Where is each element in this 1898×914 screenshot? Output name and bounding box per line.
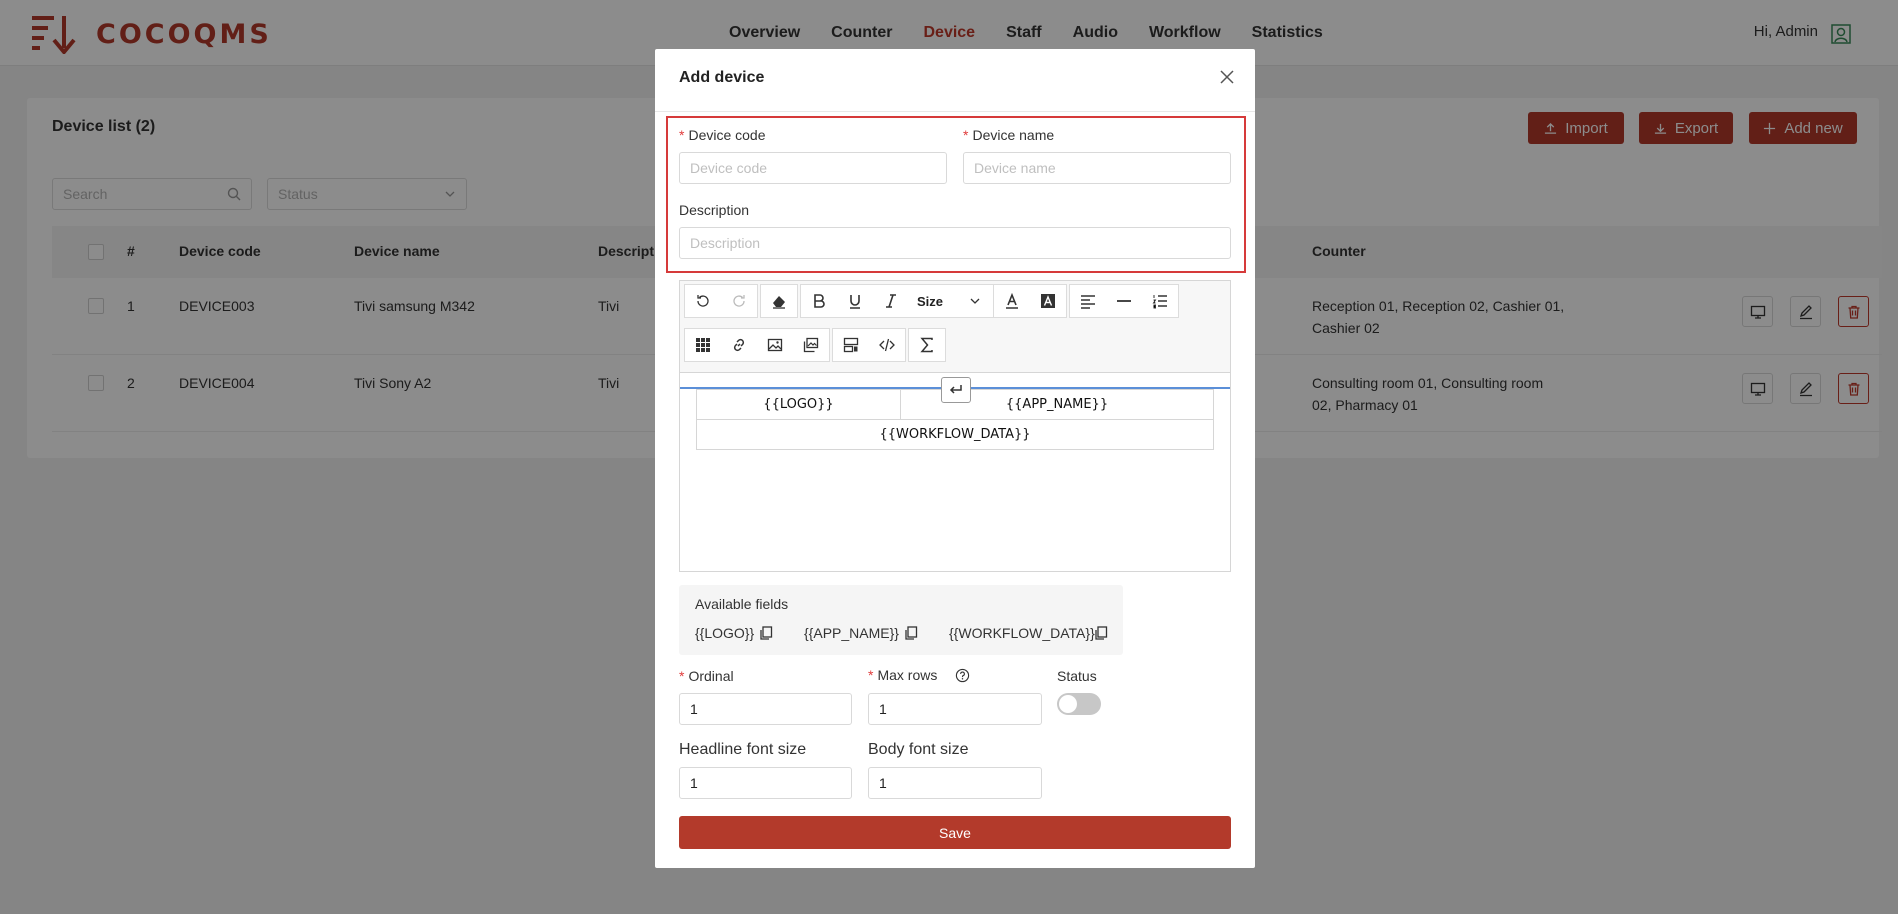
chevron-down-icon bbox=[970, 298, 980, 304]
help-icon[interactable] bbox=[955, 668, 970, 683]
add-device-modal: Add device * Device code Device code * Dev… bbox=[655, 49, 1255, 868]
headline-font-input[interactable]: 1 bbox=[679, 767, 852, 799]
available-fields-title: Available fields bbox=[695, 596, 789, 612]
field-workflow-data: {{WORKFLOW_DATA}} bbox=[949, 625, 1095, 641]
close-icon[interactable] bbox=[1217, 67, 1237, 87]
copy-icon[interactable] bbox=[759, 626, 773, 640]
insert-group bbox=[684, 328, 830, 362]
underline-icon bbox=[850, 295, 860, 309]
code-view-button[interactable] bbox=[869, 329, 905, 361]
template-icon bbox=[843, 337, 859, 353]
undo-icon bbox=[697, 295, 709, 307]
device-code-input[interactable]: Device code bbox=[679, 152, 947, 184]
body-font-label: Body font size bbox=[868, 741, 969, 758]
body-font-value: 1 bbox=[879, 775, 887, 791]
list-button[interactable] bbox=[1142, 285, 1178, 317]
font-size-label: Size bbox=[917, 293, 944, 309]
save-button[interactable]: Save bbox=[679, 816, 1231, 849]
insert-line-button[interactable] bbox=[941, 377, 971, 403]
device-code-label: * Device code bbox=[679, 127, 766, 143]
headline-font-label: Headline font size bbox=[679, 741, 807, 758]
body-font-input[interactable]: 1 bbox=[868, 767, 1042, 799]
table-button[interactable] bbox=[685, 329, 721, 361]
link-icon bbox=[733, 338, 745, 352]
highlight-color-button[interactable] bbox=[1030, 285, 1066, 317]
highlight-color-icon bbox=[1041, 294, 1055, 308]
gallery-button[interactable] bbox=[793, 329, 829, 361]
max-rows-value: 1 bbox=[879, 701, 887, 717]
history-group bbox=[684, 284, 758, 318]
device-code-label-text: Device code bbox=[688, 127, 766, 143]
ordered-list-icon bbox=[1152, 295, 1167, 309]
description-placeholder: Description bbox=[690, 235, 761, 251]
redo-button[interactable] bbox=[721, 285, 757, 317]
clear-group bbox=[760, 284, 798, 318]
copy-icon[interactable] bbox=[904, 626, 918, 640]
enter-icon bbox=[949, 385, 962, 394]
modal-title: Add device bbox=[679, 69, 765, 86]
status-label: Status bbox=[1057, 668, 1097, 684]
rich-text-editor: Size {{LOGO}} {{APP_NAME}} {{WORKFLOW_DA… bbox=[679, 280, 1231, 572]
horizontal-rule-icon bbox=[1117, 300, 1131, 302]
field-logo: {{LOGO}} bbox=[695, 625, 755, 641]
device-name-placeholder: Device name bbox=[974, 160, 1056, 176]
link-button[interactable] bbox=[721, 329, 757, 361]
ordinal-value: 1 bbox=[690, 701, 698, 717]
copy-icon[interactable] bbox=[1094, 626, 1108, 640]
editor-toolbar: Size bbox=[680, 281, 1230, 373]
max-rows-label-text: Max rows bbox=[877, 667, 938, 683]
horizontal-rule-button[interactable] bbox=[1106, 285, 1142, 317]
modal-divider bbox=[655, 111, 1255, 112]
italic-icon bbox=[886, 294, 896, 308]
field-app-name: {{APP_NAME}} bbox=[804, 625, 899, 641]
bold-icon bbox=[814, 294, 825, 308]
paragraph-group bbox=[1069, 284, 1179, 318]
headline-font-value: 1 bbox=[690, 775, 698, 791]
font-color-button[interactable] bbox=[994, 285, 1030, 317]
template-button[interactable] bbox=[833, 329, 869, 361]
device-name-label-text: Device name bbox=[972, 127, 1055, 143]
gallery-icon bbox=[803, 337, 819, 353]
align-button[interactable] bbox=[1070, 285, 1106, 317]
underline-button[interactable] bbox=[837, 285, 873, 317]
math-group bbox=[908, 328, 946, 362]
view-group bbox=[832, 328, 906, 362]
redo-icon bbox=[733, 295, 745, 307]
image-button[interactable] bbox=[757, 329, 793, 361]
image-icon bbox=[767, 338, 783, 352]
math-button[interactable] bbox=[909, 329, 945, 361]
eraser-icon bbox=[773, 296, 785, 309]
cell-logo[interactable]: {{LOGO}} bbox=[696, 389, 901, 420]
align-left-icon bbox=[1081, 295, 1095, 309]
available-fields: Available fields {{LOGO}} {{APP_NAME}} {… bbox=[679, 585, 1123, 655]
ordinal-label: * Ordinal bbox=[679, 668, 734, 684]
ordinal-input[interactable]: 1 bbox=[679, 693, 852, 725]
device-name-label: * Device name bbox=[963, 127, 1055, 143]
bold-button[interactable] bbox=[801, 285, 837, 317]
font-size-select[interactable]: Size bbox=[909, 285, 989, 317]
table-icon bbox=[696, 338, 710, 352]
description-input[interactable]: Description bbox=[679, 227, 1231, 259]
device-name-input[interactable]: Device name bbox=[963, 152, 1231, 184]
italic-button[interactable] bbox=[873, 285, 909, 317]
sigma-icon bbox=[920, 337, 933, 353]
description-label: Description bbox=[679, 202, 750, 218]
font-color-icon bbox=[1006, 293, 1018, 309]
color-group bbox=[993, 284, 1067, 318]
max-rows-label: * Max rows bbox=[868, 667, 938, 683]
code-icon bbox=[879, 338, 895, 352]
max-rows-input[interactable]: 1 bbox=[868, 693, 1042, 725]
ordinal-label-text: Ordinal bbox=[688, 668, 734, 684]
editor-content[interactable]: {{LOGO}} {{APP_NAME}} {{WORKFLOW_DATA}} bbox=[680, 373, 1230, 571]
cell-workflow-data[interactable]: {{WORKFLOW_DATA}} bbox=[696, 419, 1214, 450]
device-code-placeholder: Device code bbox=[690, 160, 768, 176]
eraser-button[interactable] bbox=[761, 285, 797, 317]
undo-button[interactable] bbox=[685, 285, 721, 317]
status-toggle[interactable] bbox=[1057, 693, 1101, 715]
